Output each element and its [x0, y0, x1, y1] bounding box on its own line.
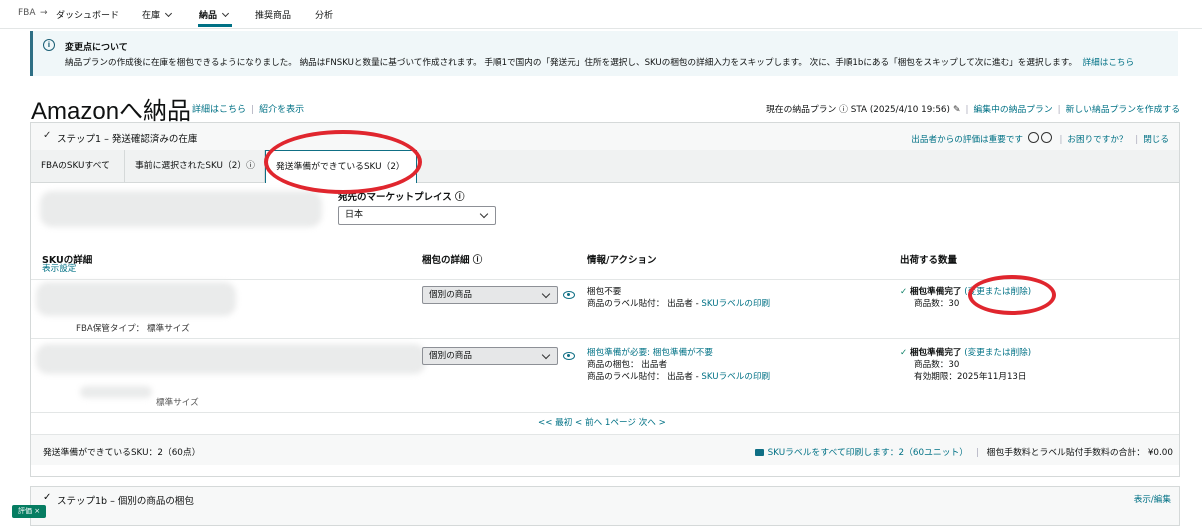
- nav-shipments-label: 納品: [199, 11, 218, 21]
- col-info-actions: 情報/アクション: [587, 255, 657, 266]
- label-info: 商品のラベル貼付： 出品者 - SKUラベルの印刷: [587, 371, 770, 383]
- check-icon: ✓: [43, 130, 52, 141]
- annotation-circle: [264, 130, 422, 194]
- sku-tabs: FBAのSKUすべて 事前に選択されたSKU（2）ⓘ 発送準備ができているSKU…: [31, 150, 1179, 183]
- nav-fba[interactable]: FBA: [18, 8, 36, 18]
- feedback-link[interactable]: 出品者からの評価は重要です: [911, 135, 1023, 145]
- pagination[interactable]: << 最初 < 前へ 1ページ 次へ >: [538, 416, 666, 428]
- edit-plans-link[interactable]: 編集中の納品プラン: [973, 105, 1052, 115]
- close-link[interactable]: 閉じる: [1143, 135, 1169, 145]
- nav-inventory[interactable]: 在庫: [142, 8, 173, 21]
- status-label: 梱包準備完了: [909, 348, 962, 358]
- redacted-block: [80, 386, 152, 398]
- label-info: 商品のラベル貼付： 出品者 - SKUラベルの印刷: [587, 298, 770, 310]
- annotation-circle: [968, 275, 1056, 315]
- step1b-panel: ✓ ステップ1b – 個別の商品の梱包 表示/編集: [30, 486, 1180, 526]
- chevron-down-icon: [541, 289, 551, 299]
- ready-sku-summary: 発送準備ができているSKU：2（60点）: [43, 448, 201, 458]
- fee-total: 梱包手数料とラベル貼付手数料の合計： ¥0.00: [986, 448, 1173, 458]
- col-ship-quantity: 出荷する数量: [900, 255, 958, 266]
- alert-title: 変更点について: [65, 43, 128, 53]
- title-links: 詳細はこちら | 紹介を表示: [192, 105, 305, 115]
- step1b-title: ステップ1b – 個別の商品の梱包: [57, 496, 194, 507]
- expiry-date: 有効期限：2025年11月13日: [914, 372, 1027, 382]
- status-label: 梱包準備完了: [909, 287, 962, 297]
- display-settings-link[interactable]: 表示設定: [42, 263, 76, 275]
- marketplace-select[interactable]: 日本: [338, 206, 496, 225]
- nav-recommendations[interactable]: 推奨商品: [255, 8, 291, 21]
- nav-dashboard[interactable]: ダッシュボード: [56, 8, 119, 21]
- item-count: 商品数：30: [914, 299, 960, 309]
- nav-shipments[interactable]: 納品: [199, 8, 230, 21]
- storage-type: FBA保管タイプ： 標準サイズ: [76, 324, 190, 334]
- frown-icon[interactable]: [1040, 132, 1052, 143]
- tab-preselected-sku[interactable]: 事前に選択されたSKU（2）ⓘ: [125, 150, 265, 182]
- rating-badge[interactable]: 評価 ×: [12, 505, 47, 518]
- smile-icon[interactable]: [1027, 132, 1039, 143]
- nav-analytics[interactable]: 分析: [315, 8, 333, 21]
- nav-inventory-label: 在庫: [142, 11, 161, 21]
- packing-select[interactable]: 個別の商品: [422, 347, 558, 365]
- show-intro-link[interactable]: 紹介を表示: [259, 105, 304, 115]
- packing-select-value: 個別の商品: [429, 351, 472, 361]
- item-count: 商品数：30: [914, 360, 960, 370]
- step1-title: ステップ1 – 発送確認済みの在庫: [57, 134, 198, 145]
- row-divider: [31, 412, 1179, 413]
- pencil-icon[interactable]: ✎: [953, 105, 961, 115]
- alert-body-text: 納品プランの作成後に在庫を梱包できるようになりました。 納品はFNSKUと数量に…: [65, 58, 1078, 68]
- step1b-view-edit-link[interactable]: 表示/編集: [1134, 493, 1171, 505]
- print-sku-label-link[interactable]: SKUラベルの印刷: [701, 372, 770, 382]
- new-plan-link[interactable]: 新しい納品プランを作成する: [1066, 105, 1180, 115]
- current-plan-label: 現在の納品プラン ⓘ STA (2025/4/10 19:56): [765, 105, 950, 115]
- print-all-labels-label: SKUラベルをすべて印刷します：2（60ユニット）: [767, 448, 969, 458]
- redacted-sku-1: [36, 282, 236, 316]
- info-line: 梱包不要: [587, 287, 622, 297]
- chevron-down-icon: [479, 209, 489, 219]
- chevron-down-icon: [541, 350, 551, 360]
- plan-info: 現在の納品プラン ⓘ STA (2025/4/10 19:56) ✎ | 編集中の納品…: [765, 105, 1180, 115]
- step1-header: ✓ ステップ1 – 発送確認済みの在庫 出品者からの評価は重要です | お困りです…: [31, 123, 1179, 151]
- page-title: Amazonへ納品: [31, 98, 192, 125]
- alert-body: 納品プランの作成後に在庫を梱包できるようになりました。 納品はFNSKUと数量に…: [65, 56, 1134, 68]
- tab-all-fba-sku[interactable]: FBAのSKUすべて: [31, 150, 125, 182]
- eye-icon[interactable]: [563, 291, 575, 299]
- packing-select[interactable]: 個別の商品: [422, 286, 558, 304]
- chevron-down-icon: [221, 9, 230, 18]
- quantity-status: ✓ 梱包準備完了 (変更または削除): [900, 347, 1031, 359]
- active-nav-indicator: [198, 24, 232, 27]
- check-icon: ✓: [900, 287, 908, 297]
- top-navigation: FBA → ダッシュボード 在庫 納品 推奨商品 分析: [0, 0, 1202, 29]
- info-icon: i: [43, 39, 55, 51]
- redacted-block: [40, 191, 322, 227]
- check-icon: ✓: [43, 492, 52, 503]
- alert-learn-more-link[interactable]: 詳細はこちら: [1083, 58, 1135, 68]
- prep-owner: 商品の梱包： 出品者: [587, 360, 668, 370]
- step1-footer: 発送準備ができているSKU：2（60点） SKUラベルをすべて印刷します：2（6…: [31, 434, 1179, 465]
- label-info-text: 商品のラベル貼付： 出品者 -: [587, 299, 702, 309]
- change-or-remove-link[interactable]: (変更または削除): [964, 348, 1031, 358]
- printer-icon: [754, 449, 764, 456]
- label-info-text: 商品のラベル貼付： 出品者 -: [587, 372, 702, 382]
- help-link[interactable]: お困りですか？: [1067, 135, 1127, 145]
- packing-select-value: 個別の商品: [429, 290, 472, 300]
- breadcrumb-arrow-icon: →: [40, 8, 48, 18]
- row-divider: [31, 338, 1179, 339]
- prep-required-link[interactable]: 梱包準備が必要: 梱包準備が不要: [587, 347, 713, 359]
- print-all-labels-link[interactable]: SKUラベルをすべて印刷します：2（60ユニット）: [754, 448, 969, 458]
- marketplace-value: 日本: [345, 210, 364, 220]
- print-sku-label-link[interactable]: SKUラベルの印刷: [701, 299, 770, 309]
- change-notice-alert: i 変更点について 納品プランの作成後に在庫を梱包できるようになりました。 納品…: [30, 31, 1178, 76]
- redacted-sku-2: [36, 344, 426, 374]
- check-icon: ✓: [900, 348, 908, 358]
- footer-actions: SKUラベルをすべて印刷します：2（60ユニット） | 梱包手数料とラベル貼付手…: [754, 445, 1173, 458]
- step1-header-actions: 出品者からの評価は重要です | お困りですか？ | 閉じる: [911, 131, 1169, 145]
- learn-more-link[interactable]: 詳細はこちら: [192, 105, 246, 115]
- chevron-down-icon: [164, 9, 173, 18]
- storage-type: 標準サイズ: [156, 398, 199, 408]
- col-packing-details: 梱包の詳細 ⓘ: [422, 255, 483, 266]
- eye-icon[interactable]: [563, 352, 575, 360]
